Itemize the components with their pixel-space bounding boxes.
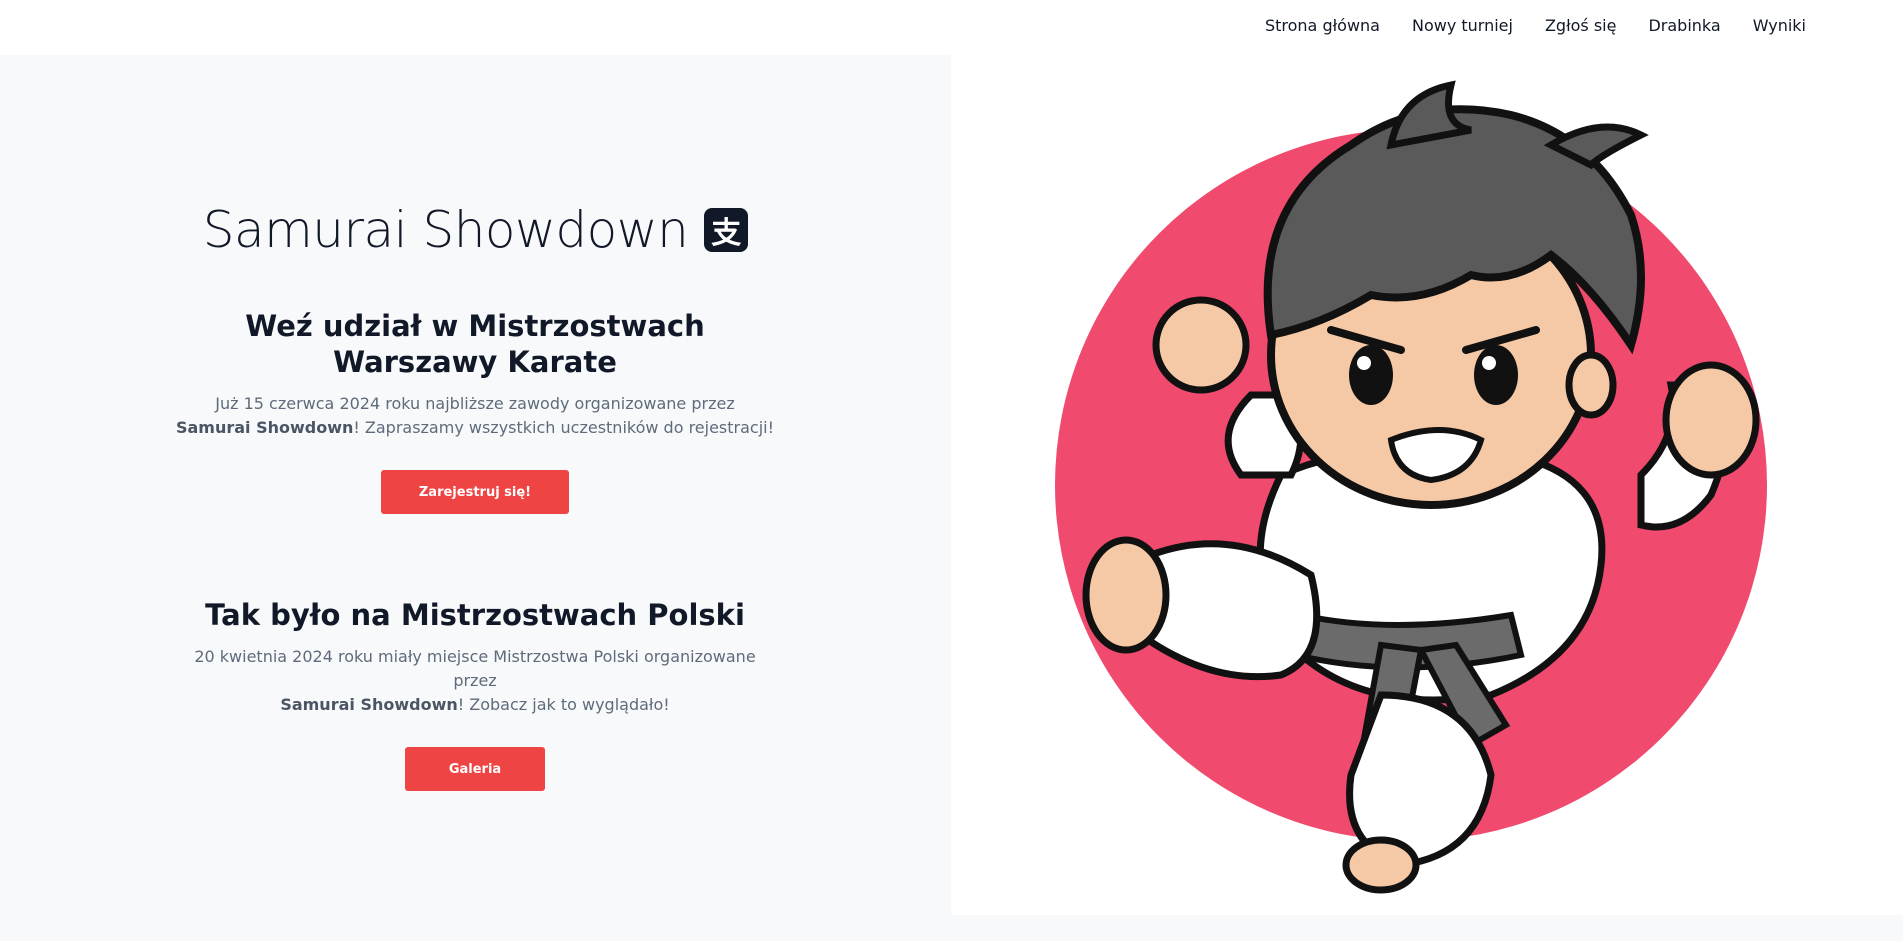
hero-illustration-panel bbox=[951, 55, 1903, 915]
nav-signup[interactable]: Zgłoś się bbox=[1545, 16, 1617, 35]
invite-text: Już 15 czerwca 2024 roku najbliższe zawo… bbox=[175, 392, 775, 440]
nav-bracket[interactable]: Drabinka bbox=[1648, 16, 1720, 35]
invite-text-part2: ! Zapraszamy wszystkich uczestników do r… bbox=[353, 418, 775, 437]
hero-left-panel: Samurai Showdown 支 Weź udział w Mistrzos… bbox=[0, 55, 951, 941]
page-title: Samurai Showdown 支 bbox=[0, 201, 951, 259]
invite-brand: Samurai Showdown bbox=[175, 418, 354, 437]
invite-text-part1: Już 15 czerwca 2024 roku najbliższe zawo… bbox=[215, 394, 735, 413]
past-text-part1: 20 kwietnia 2024 roku miały miejsce Mist… bbox=[194, 647, 756, 690]
nav-home[interactable]: Strona główna bbox=[1265, 16, 1380, 35]
main-nav: Strona główna Nowy turniej Zgłoś się Dra… bbox=[1265, 16, 1806, 35]
nav-results[interactable]: Wyniki bbox=[1753, 16, 1806, 35]
invite-heading: Weź udział w Mistrzostwach Warszawy Kara… bbox=[245, 309, 705, 379]
nav-new-tournament[interactable]: Nowy turniej bbox=[1412, 16, 1513, 35]
past-text: 20 kwietnia 2024 roku miały miejsce Mist… bbox=[175, 645, 775, 717]
karate-kid-illustration bbox=[1055, 80, 1767, 894]
kanji-logo-icon: 支 bbox=[704, 208, 749, 252]
past-championship-section: Tak było na Mistrzostwach Polski 20 kwie… bbox=[175, 597, 775, 791]
past-brand: Samurai Showdown bbox=[280, 695, 458, 714]
past-heading: Tak było na Mistrzostwach Polski bbox=[205, 598, 745, 632]
brand-title: Samurai Showdown bbox=[202, 201, 689, 259]
top-navbar: Strona główna Nowy turniej Zgłoś się Dra… bbox=[0, 0, 1903, 55]
past-text-part2: ! Zobacz jak to wyglądało! bbox=[457, 695, 670, 714]
championship-invite-section: Weź udział w Mistrzostwach Warszawy Kara… bbox=[175, 308, 775, 514]
gallery-button[interactable]: Galeria bbox=[405, 747, 545, 791]
register-button[interactable]: Zarejestruj się! bbox=[381, 470, 569, 514]
